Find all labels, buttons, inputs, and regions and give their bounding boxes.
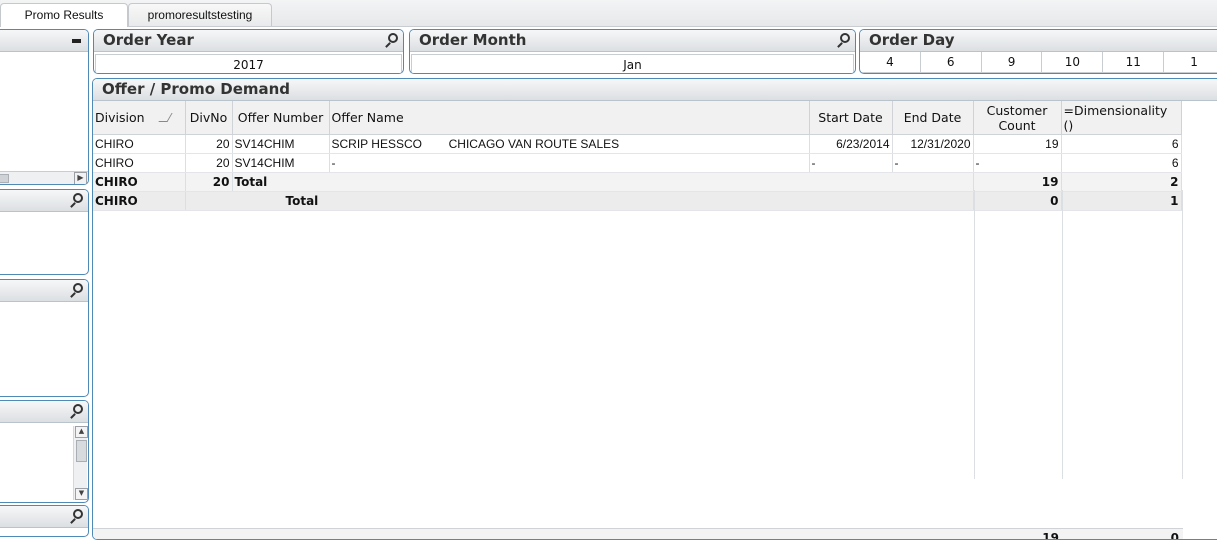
tab-promo-results[interactable]: Promo Results	[0, 3, 128, 28]
offer-name-cell[interactable]: SCRIP HESSCO CHICAGO VAN ROUTE SALES	[329, 134, 810, 154]
subtotal-customer-count: 0	[973, 191, 1062, 211]
customer-count-header[interactable]: Customer Count	[973, 101, 1062, 135]
sort-icon[interactable]	[157, 113, 173, 122]
left-listbox-2[interactable]	[0, 189, 89, 275]
order-day-title-text: Order Day	[869, 31, 955, 49]
column-divider	[1181, 190, 1183, 479]
end-date-cell[interactable]: 12/31/2020	[892, 134, 974, 154]
divno-header[interactable]: DivNo	[185, 101, 233, 135]
dimensionality-cell: 6	[1061, 153, 1182, 173]
offer-name-cell[interactable]: -	[329, 153, 810, 173]
dimensionality-header[interactable]: =Dimensionality ()	[1061, 101, 1182, 135]
order-day-option[interactable]: 1	[1164, 52, 1217, 73]
search-icon[interactable]	[73, 509, 83, 519]
offer-number-cell[interactable]: SV14CHIM	[232, 134, 330, 154]
order-month-title-text: Order Month	[419, 31, 527, 49]
subtotal-dimensionality: 2	[1061, 172, 1182, 192]
order-month-listbox[interactable]: Order Month Jan	[409, 29, 856, 74]
order-day-option[interactable]: 10	[1042, 52, 1104, 73]
tab-bar: Promo Results promoresultstesting	[0, 0, 1217, 28]
search-icon[interactable]	[388, 33, 398, 43]
order-year-value[interactable]: 2017	[95, 54, 402, 73]
left-listbox-3-caption	[0, 280, 88, 302]
customer-count-cell: 19	[973, 134, 1062, 154]
scroll-right-icon[interactable]: ▶	[74, 172, 87, 184]
search-icon[interactable]	[73, 193, 83, 203]
tab-promoresultstesting[interactable]: promoresultstesting	[128, 3, 272, 26]
start-date-header[interactable]: Start Date	[809, 101, 893, 135]
order-day-title: Order Day	[860, 30, 1217, 52]
grand-total-row: 19 0	[93, 528, 1183, 540]
grand-total-dimensionality: 0	[1170, 531, 1179, 540]
offer-promo-demand-table[interactable]: Offer / Promo Demand Division DivNo Offe…	[92, 78, 1217, 540]
subtotal-label: Total	[185, 191, 974, 211]
column-divider	[973, 190, 975, 479]
sheet-workspace: ▶ ▲ ▼ Order Year 2017 Order Month Jan Or…	[0, 27, 1217, 540]
minimize-icon[interactable]	[72, 39, 81, 43]
order-month-value[interactable]: Jan	[411, 54, 854, 73]
subtotal-division[interactable]: CHIRO	[93, 172, 186, 192]
order-day-option[interactable]: 9	[981, 52, 1043, 73]
order-day-values: 4 6 9 10 11 1	[860, 52, 1217, 73]
subtotal-division[interactable]: CHIRO	[93, 191, 186, 211]
left-listbox-5[interactable]	[0, 505, 89, 537]
left-listbox-1[interactable]: ▶	[0, 29, 89, 185]
customer-count-cell: -	[973, 153, 1062, 173]
order-year-title-text: Order Year	[103, 31, 194, 49]
start-date-cell[interactable]: 6/23/2014	[809, 134, 893, 154]
order-day-option[interactable]: 4	[860, 52, 921, 73]
scroll-up-icon[interactable]: ▲	[75, 426, 88, 438]
grand-total-customer-count: 19	[1042, 531, 1059, 540]
vertical-scrollbar[interactable]: ▲ ▼	[73, 426, 88, 500]
left-listbox-5-caption	[0, 506, 88, 528]
end-date-cell[interactable]: -	[892, 153, 974, 173]
column-divider	[1061, 190, 1063, 479]
offer-number-cell[interactable]: SV14CHIM	[232, 153, 330, 173]
subtotal-dimensionality: 1	[1061, 191, 1182, 211]
left-listbox-1-caption	[0, 30, 88, 52]
subtotal-divno[interactable]: 20	[185, 172, 233, 192]
table-grid: Division DivNo Offer Number Offer Name S…	[93, 101, 1183, 211]
search-icon[interactable]	[73, 283, 83, 293]
order-day-option[interactable]: 11	[1103, 52, 1165, 73]
table-header-row: Division DivNo Offer Number Offer Name S…	[93, 101, 1182, 135]
subtotal-label: Total	[232, 172, 974, 192]
table-row[interactable]: CHIRO 20 SV14CHIM - - - - 6	[93, 153, 1182, 173]
table-row[interactable]: CHIRO 20 SV14CHIM SCRIP HESSCO CHICAGO V…	[93, 134, 1182, 154]
order-day-option[interactable]: 6	[920, 52, 982, 73]
subtotal-customer-count: 19	[973, 172, 1062, 192]
order-day-listbox[interactable]: Order Day 4 6 9 10 11 1	[859, 29, 1217, 74]
division-cell[interactable]: CHIRO	[93, 153, 186, 173]
scroll-thumb[interactable]	[0, 174, 9, 183]
scroll-thumb[interactable]	[76, 440, 87, 462]
subtotal-row-divno: CHIRO 20 Total 19 2	[93, 172, 1182, 192]
left-listbox-2-caption	[0, 190, 88, 212]
scroll-down-icon[interactable]: ▼	[75, 488, 88, 500]
divno-cell[interactable]: 20	[185, 153, 233, 173]
search-icon[interactable]	[73, 404, 83, 414]
order-month-title: Order Month	[410, 30, 855, 52]
table-title-text: Offer / Promo Demand	[102, 80, 291, 98]
division-cell[interactable]: CHIRO	[93, 134, 186, 154]
horizontal-scrollbar[interactable]: ▶	[0, 171, 88, 184]
subtotal-label-text: Total	[285, 194, 319, 208]
order-year-title: Order Year	[94, 30, 403, 52]
divno-cell[interactable]: 20	[185, 134, 233, 154]
data-table: Division DivNo Offer Number Offer Name S…	[93, 101, 1182, 211]
table-title: Offer / Promo Demand	[93, 79, 1217, 101]
dimensionality-cell: 6	[1061, 134, 1182, 154]
offer-number-header[interactable]: Offer Number	[232, 101, 330, 135]
search-icon[interactable]	[840, 33, 850, 43]
offer-name-header[interactable]: Offer Name	[329, 101, 810, 135]
left-listbox-4[interactable]: ▲ ▼	[0, 400, 89, 503]
end-date-header[interactable]: End Date	[892, 101, 974, 135]
order-year-listbox[interactable]: Order Year 2017	[93, 29, 404, 74]
subtotal-row-division: CHIRO Total 0 1	[93, 191, 1182, 211]
left-listbox-3[interactable]	[0, 279, 89, 397]
division-header[interactable]: Division	[93, 101, 186, 135]
left-listbox-4-caption	[0, 401, 88, 423]
start-date-cell[interactable]: -	[809, 153, 893, 173]
